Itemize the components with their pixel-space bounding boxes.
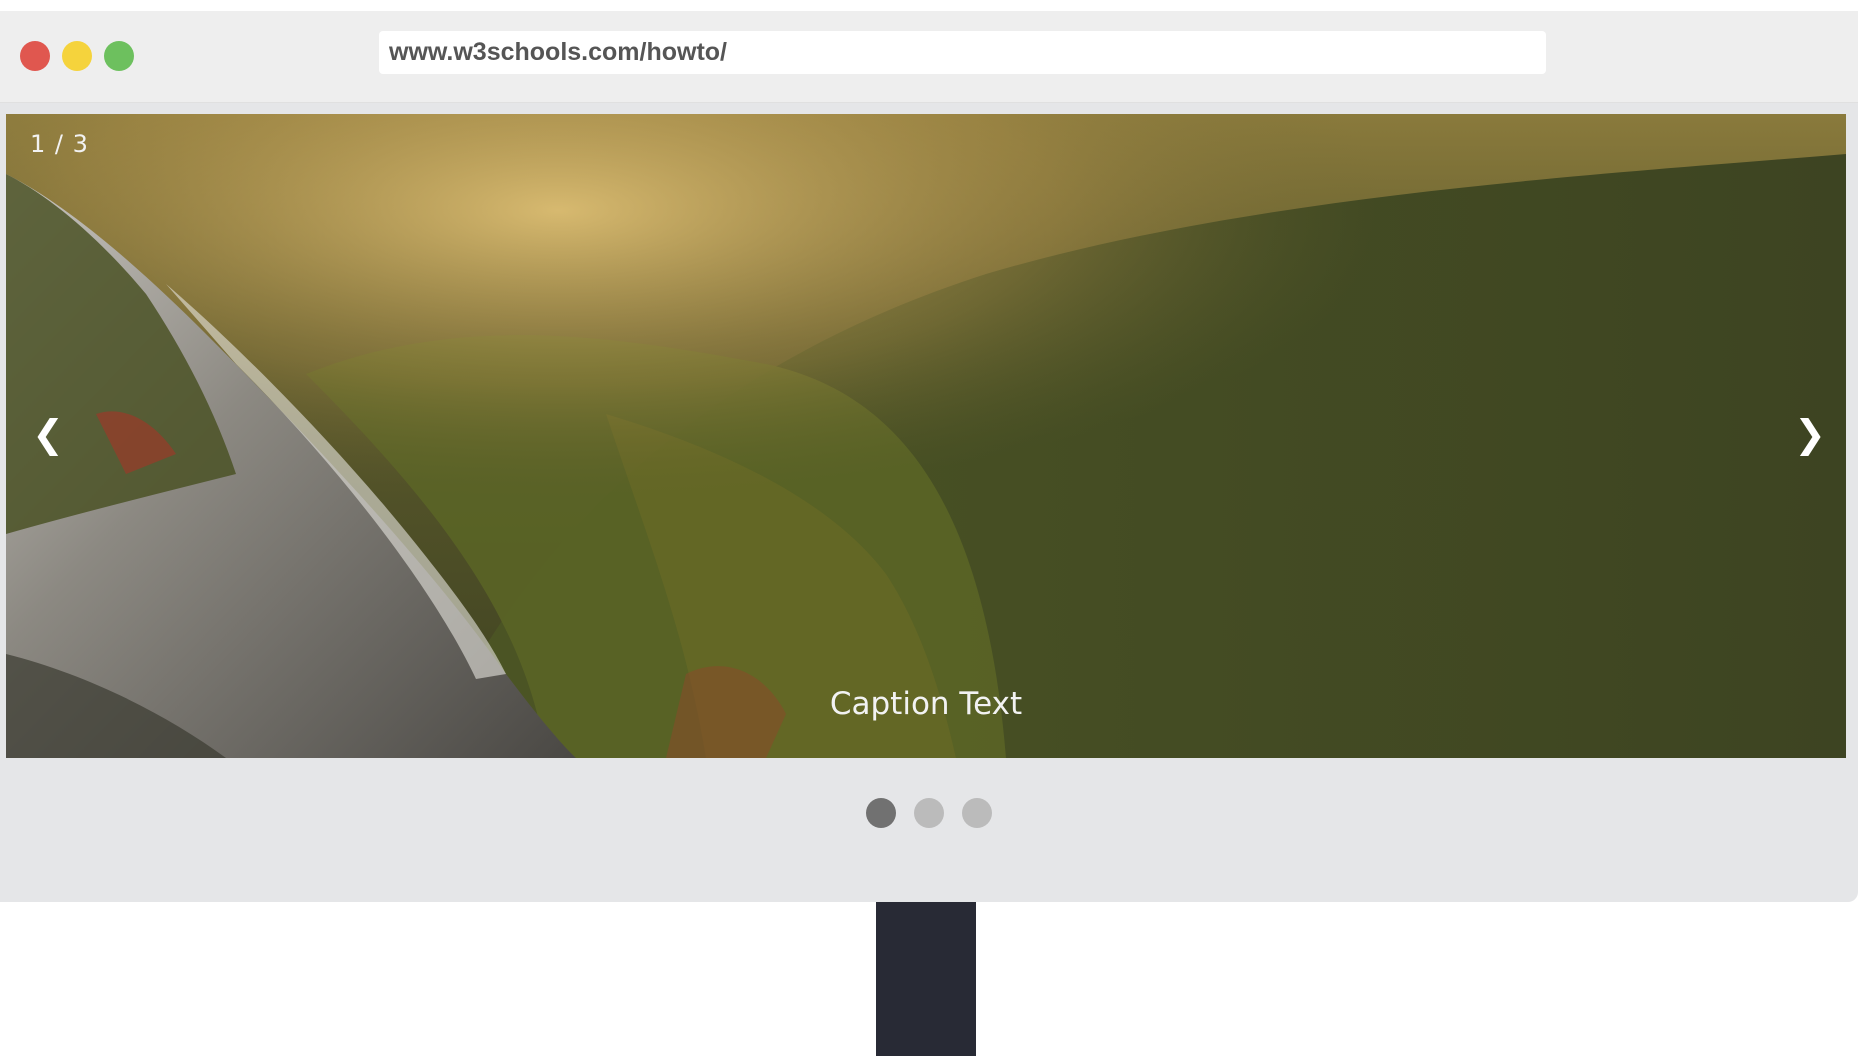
- maximize-window-button[interactable]: [104, 41, 134, 71]
- monitor-stand: [876, 902, 976, 1056]
- slide-caption: Caption Text: [829, 686, 1023, 722]
- slide-indicators: [0, 798, 1858, 830]
- chevron-left-icon: ❮: [32, 412, 64, 456]
- slide-indicator-1[interactable]: [866, 798, 896, 828]
- slide-number-text: 1 / 3: [30, 130, 89, 158]
- minimize-window-button[interactable]: [62, 41, 92, 71]
- next-slide-button[interactable]: ❯: [1780, 404, 1840, 464]
- prev-slide-button[interactable]: ❮: [18, 404, 78, 464]
- slide-indicator-3[interactable]: [962, 798, 992, 828]
- browser-titlebar: www.w3schools.com/howto/: [0, 11, 1858, 103]
- address-bar[interactable]: www.w3schools.com/howto/: [379, 31, 1546, 74]
- browser-mockup: www.w3schools.com/howto/ 1 / 3 ❮ ❯ Capti…: [0, 11, 1858, 902]
- slide-indicator-2[interactable]: [914, 798, 944, 828]
- slideshow-container: 1 / 3 ❮ ❯ Caption Text: [6, 114, 1846, 758]
- close-window-button[interactable]: [20, 41, 50, 71]
- url-text: www.w3schools.com/howto/: [389, 38, 728, 66]
- chevron-right-icon: ❯: [1794, 412, 1826, 456]
- slide-image: [6, 114, 1846, 758]
